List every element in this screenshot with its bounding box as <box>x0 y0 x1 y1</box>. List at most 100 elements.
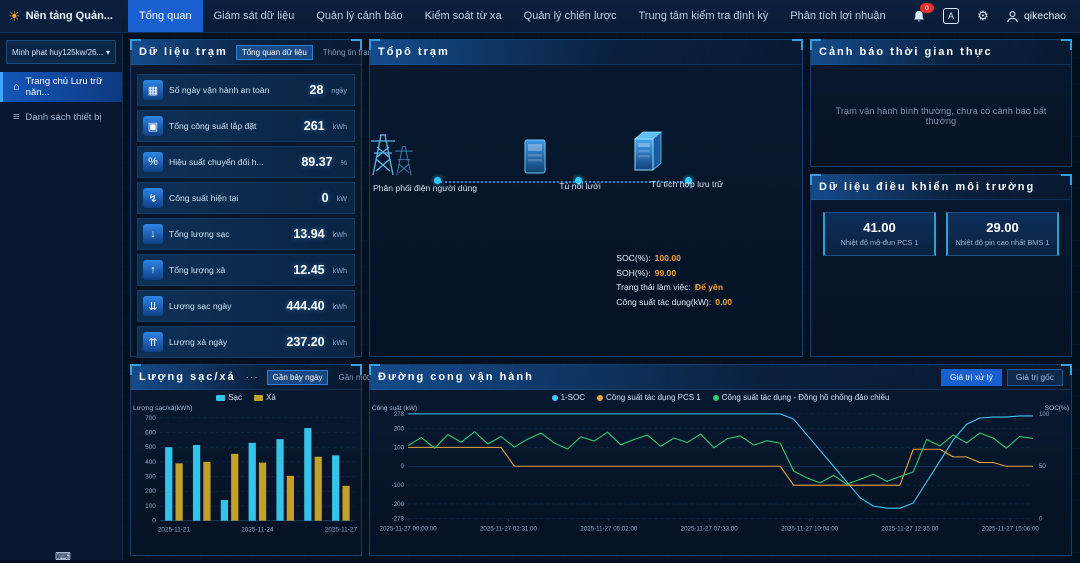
total-discharge-icon: ↑ <box>143 260 163 280</box>
bar-chart-legend: Sạc Xả <box>131 390 361 402</box>
svg-text:Công suất (kW): Công suất (kW) <box>372 403 417 412</box>
power-icon: ↯ <box>143 188 163 208</box>
settings-gear-icon[interactable]: ⚙ <box>974 7 992 25</box>
nav-tab[interactable]: Giám sát dữ liệu <box>203 0 306 32</box>
nav-tab[interactable]: Tổng quan <box>128 0 203 32</box>
home-icon: ⌂ <box>13 81 20 93</box>
legend-item[interactable]: Công suất tác dụng PCS 1 <box>597 393 701 402</box>
metric-unit: % <box>341 158 347 167</box>
storage-status: SOC(%):100.00SOH(%):99.00Trạng thái làm … <box>616 251 732 309</box>
env-stat-value: 41.00 <box>828 220 931 235</box>
panel-title: Lượng sạc/xả <box>139 371 236 383</box>
metric-value: 89.37 <box>301 155 332 169</box>
realtime-alarm-panel: Cảnh báo thời gian thực Trạm vận hành bì… <box>810 39 1072 167</box>
nav-tab[interactable]: Quản lý cảnh báo <box>305 0 413 32</box>
legend-item[interactable]: Công suất tác dụng - Đồng hồ chống đảo c… <box>713 393 890 402</box>
nav-tab[interactable]: Quản lý chiến lược <box>513 0 628 32</box>
node-label: Phân phối điện người dùng <box>365 183 485 193</box>
status-value: 99.00 <box>655 268 677 278</box>
node-storage[interactable]: Tủ tích hợp lưu trữ <box>627 129 747 189</box>
language-icon[interactable]: A <box>942 7 960 25</box>
status-row: SOC(%):100.00 <box>616 251 732 266</box>
charge-discharge-panel: Lượng sạc/xả ··· Gần bảy ngàyGần một thá… <box>130 364 362 556</box>
svg-text:200: 200 <box>394 426 405 433</box>
metric-label: Công suất hiện tại <box>169 193 316 203</box>
storage-cabinet-icon <box>627 129 667 175</box>
status-value: 100.00 <box>655 253 681 263</box>
sidebar-item-home[interactable]: ⌂ Trang chủ Lưu trữ năn... <box>0 72 122 102</box>
value-mode-button[interactable]: Giá trị xử lý <box>941 369 1002 386</box>
app-title: Nền tảng Quản... <box>26 10 113 22</box>
sun-logo-icon: ☀ <box>8 8 21 25</box>
more-icon[interactable]: ··· <box>246 372 259 383</box>
metric-unit: kWh <box>333 302 347 311</box>
user-menu[interactable]: qikechao <box>1006 10 1066 23</box>
efficiency-icon: % <box>143 152 163 172</box>
right-column: Cảnh báo thời gian thực Trạm vận hành bì… <box>810 39 1072 357</box>
env-stat-value: 29.00 <box>951 220 1054 235</box>
node-grid-cabinet[interactable]: Tủ nối lưới <box>520 137 640 191</box>
device-list-icon: ≡ <box>13 111 19 123</box>
legend-item[interactable]: Sạc <box>216 393 242 402</box>
metric-value: 13.94 <box>293 227 324 241</box>
nav-tab[interactable]: Kiểm soát từ xa <box>414 0 513 32</box>
env-stat-box: 41.00Nhiệt độ mô-đun PCS 1 <box>823 212 936 256</box>
svg-text:2025-11-27 02:31:00: 2025-11-27 02:31:00 <box>480 526 538 533</box>
station-data-tab[interactable]: Tổng quan dữ liệu <box>236 45 313 60</box>
svg-text:0: 0 <box>1039 516 1043 523</box>
svg-text:278: 278 <box>394 411 405 418</box>
svg-text:2025-11-24: 2025-11-24 <box>241 527 274 534</box>
svg-text:500: 500 <box>145 444 156 451</box>
node-grid[interactable]: Phân phối điện người dùng <box>365 127 485 193</box>
svg-text:Lượng sạc/xả(kWh): Lượng sạc/xả(kWh) <box>133 405 192 412</box>
svg-text:700: 700 <box>145 415 156 422</box>
nav-tab[interactable]: Phân tích lợi nhuận <box>779 0 896 32</box>
metric-label: Lượng xả ngày <box>169 337 280 347</box>
value-mode-button[interactable]: Giá trị gốc <box>1007 369 1063 386</box>
capacity-icon: ▣ <box>143 116 163 136</box>
legend-swatch <box>254 395 263 401</box>
legend-item[interactable]: 1-SOC <box>552 393 585 402</box>
line-chart-legend: 1-SOC Công suất tác dụng PCS 1 Công suất t… <box>370 390 1071 402</box>
topology-diagram: Phân phối điện người dùng Tủ nối lưới <box>370 65 802 357</box>
metric-label: Tổng lượng sạc <box>169 229 287 239</box>
svg-text:-200: -200 <box>392 501 405 508</box>
legend-swatch <box>216 395 225 401</box>
svg-text:100: 100 <box>394 444 405 451</box>
environment-header: Dữ liệu điều khiển môi trường <box>811 175 1071 200</box>
svg-text:400: 400 <box>145 459 156 466</box>
metric-list: ▦Số ngày vận hành an toàn28ngày▣Tổng côn… <box>131 65 361 358</box>
svg-text:300: 300 <box>145 474 156 481</box>
env-stat-label: Nhiệt độ pin cao nhất BMS 1 <box>951 238 1054 248</box>
svg-text:50: 50 <box>1039 463 1046 470</box>
panel-title: Tổpô trạm <box>378 46 450 58</box>
metric-unit: kWh <box>333 338 347 347</box>
environment-stats: 41.00Nhiệt độ mô-đun PCS 1 29.00 Nhiệt độ … <box>811 200 1071 256</box>
status-row: SOH(%):99.00 <box>616 266 732 281</box>
range-tab[interactable]: Gần bảy ngày <box>267 370 329 385</box>
user-avatar-icon <box>1006 10 1019 23</box>
sidebar-item-device-list[interactable]: ≡Danh sách thiết bị <box>0 102 122 132</box>
charge-discharge-header: Lượng sạc/xả ··· Gần bảy ngàyGần một thá… <box>131 365 361 390</box>
legend-dot <box>713 395 719 401</box>
notifications-bell-icon[interactable]: 0 <box>910 7 928 25</box>
metric-row: %Hiệu suất chuyển đổi h...89.37% <box>137 146 355 178</box>
sidebar-item-label: Trang chủ Lưu trữ năn... <box>26 76 122 98</box>
metric-row: ⇊Lượng sạc ngày444.40kWh <box>137 290 355 322</box>
status-value: 0.00 <box>715 297 732 307</box>
status-value: Để yên <box>695 282 723 292</box>
station-select[interactable]: Minh phat huy125kw/26... ▾ <box>6 40 116 64</box>
svg-text:2025-11-27 12:35:00: 2025-11-27 12:35:00 <box>881 526 939 533</box>
nav-tab[interactable]: Trung tâm kiểm tra định kỳ <box>627 0 779 32</box>
metric-value: 12.45 <box>293 263 324 277</box>
svg-text:0: 0 <box>152 518 156 525</box>
panel-title: Đường cong vận hành <box>378 371 534 383</box>
ime-keyboard-icon[interactable]: ⌨ <box>55 550 71 563</box>
total-charge-icon: ↓ <box>143 224 163 244</box>
panel-title: Cảnh báo thời gian thực <box>819 46 993 58</box>
legend-item[interactable]: Xả <box>254 393 276 402</box>
station-data-tabs: Tổng quan dữ liệuThông tin trạm <box>236 45 381 60</box>
station-data-panel: Dữ liệu trạm Tổng quan dữ liệuThông tin … <box>130 39 362 357</box>
metric-label: Tổng lượng xả <box>169 265 287 275</box>
sidebar: Minh phat huy125kw/26... ▾ ⌂ Trang chủ Lư… <box>0 32 123 560</box>
